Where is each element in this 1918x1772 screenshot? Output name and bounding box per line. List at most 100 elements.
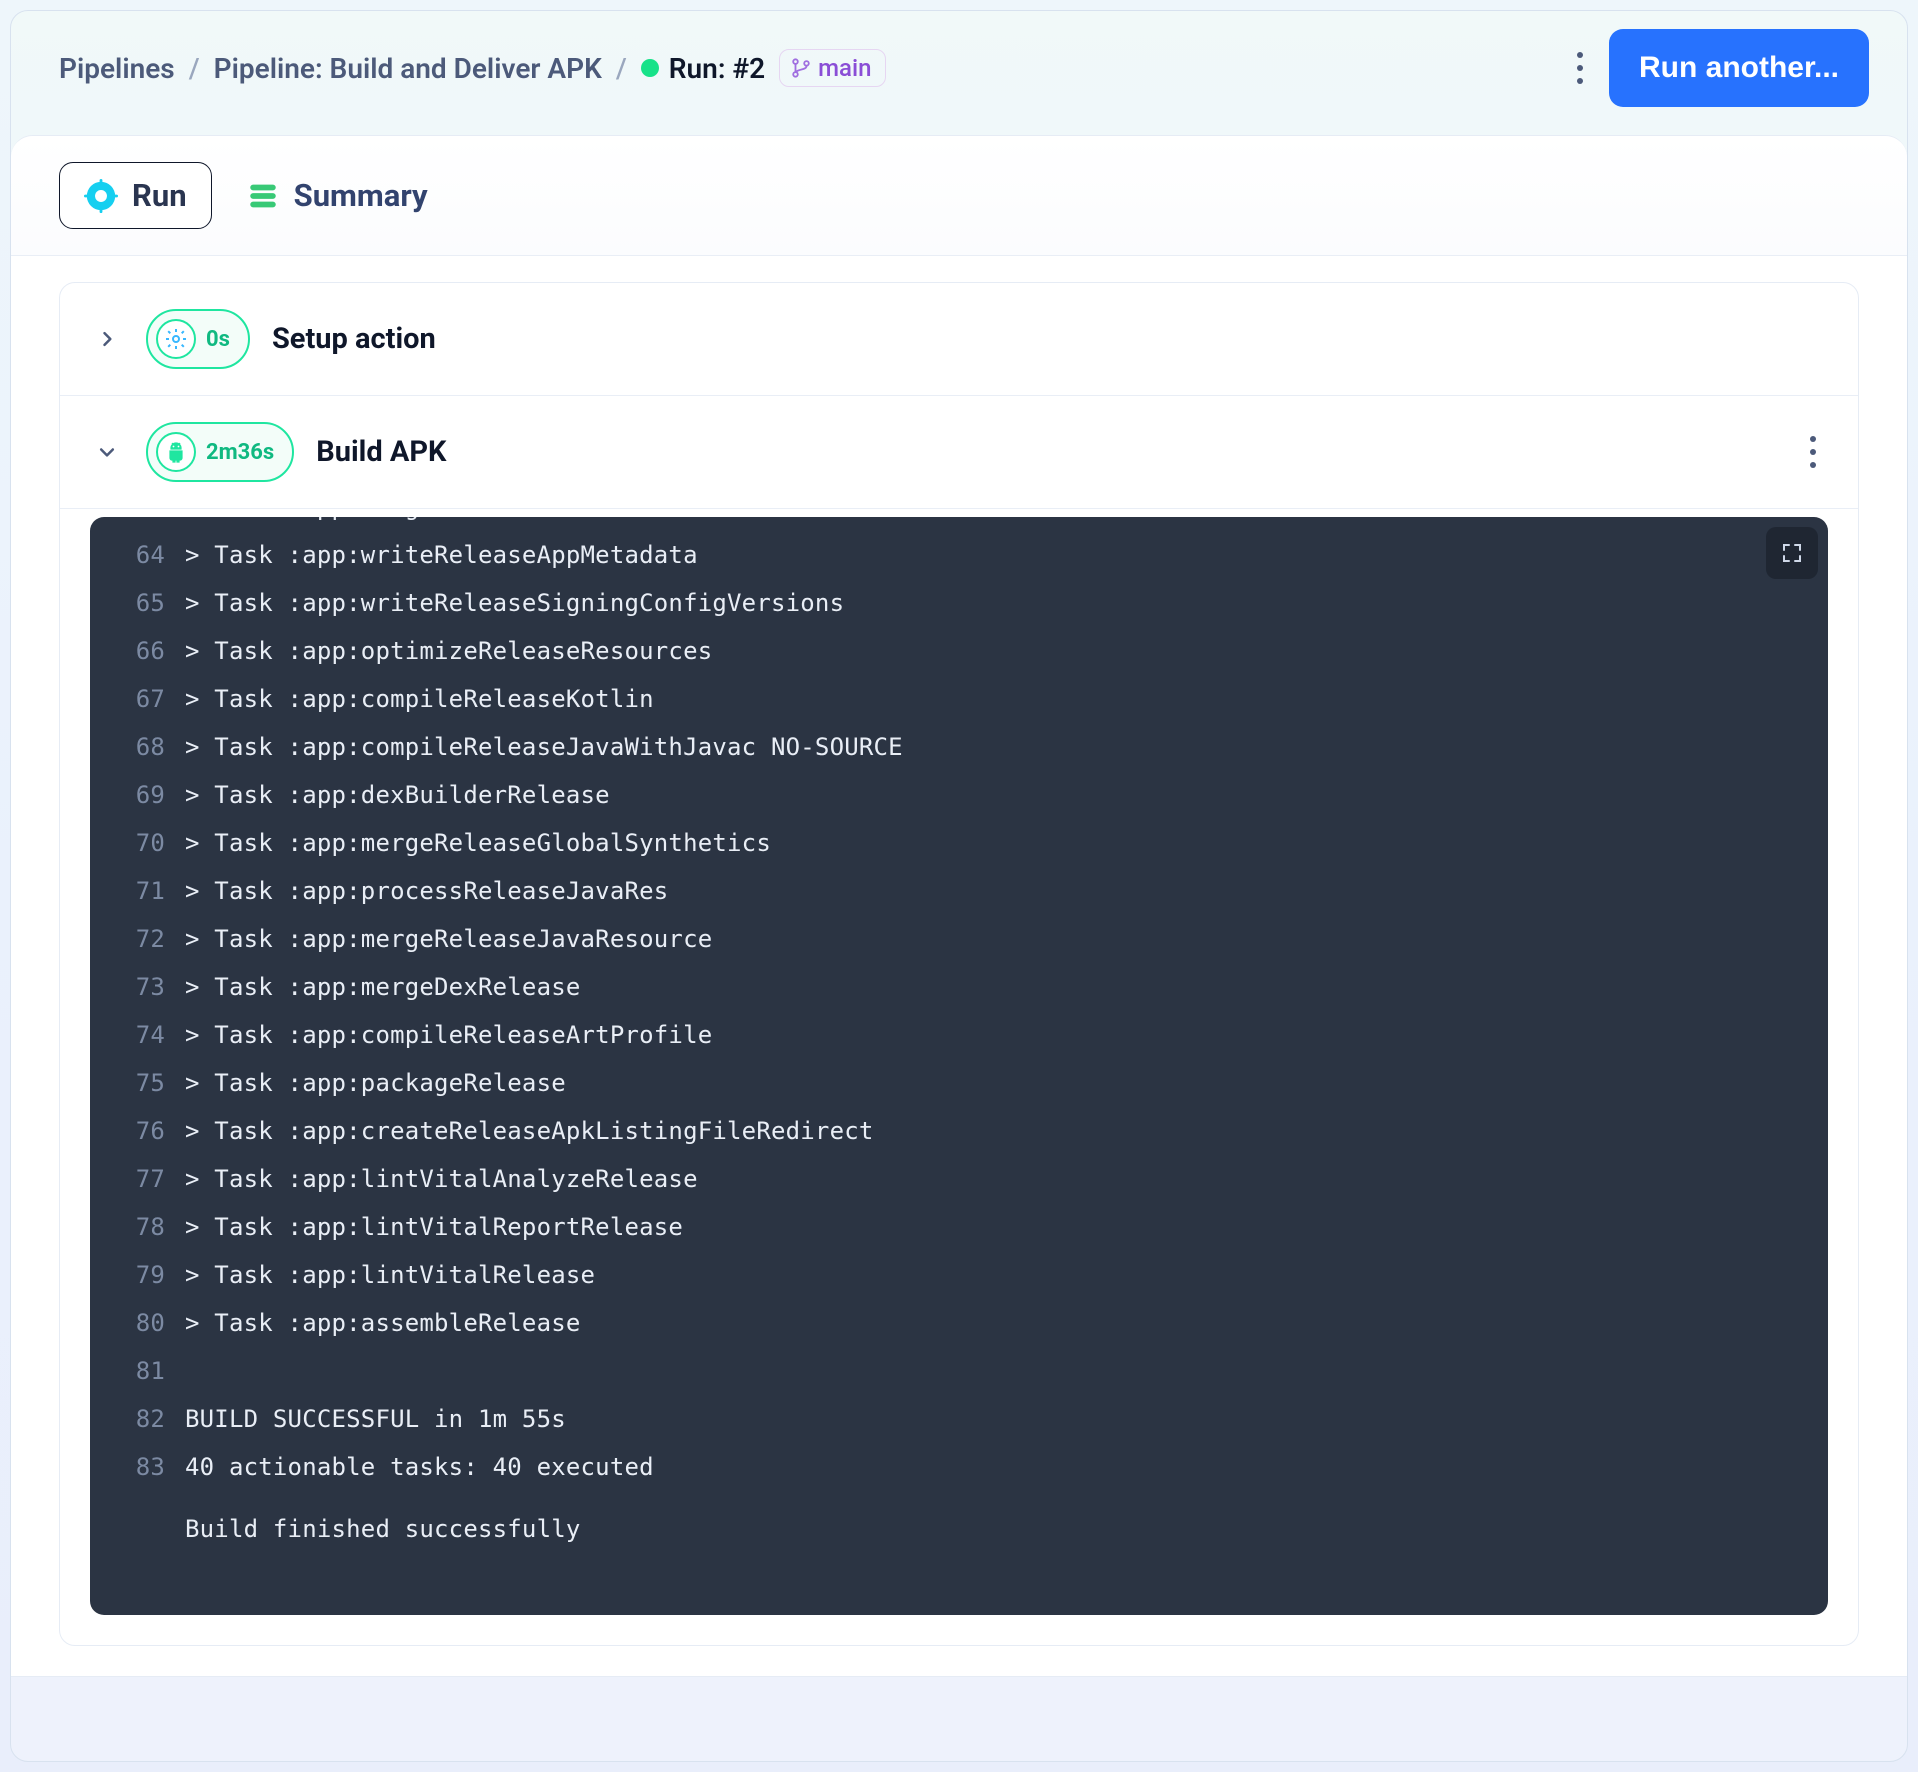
branch-chip[interactable]: main: [779, 49, 886, 87]
log-line-number: 64: [90, 531, 185, 579]
log-line-number: 80: [90, 1299, 185, 1347]
page-frame: Pipelines / Pipeline: Build and Deliver …: [10, 10, 1908, 1762]
expand-toggle[interactable]: [90, 322, 124, 356]
log-line: 69> Task :app:dexBuilderRelease: [90, 771, 1796, 819]
log-line-number: 76: [90, 1107, 185, 1155]
step-header-build[interactable]: 2m36s Build APK: [60, 396, 1858, 509]
log-scroll-area[interactable]: 63> Task :app:mergeExtDexRelease64> Task…: [90, 517, 1828, 1615]
log-line-text: > Task :app:lintVitalReportRelease: [185, 1203, 683, 1251]
log-line-number: 70: [90, 819, 185, 867]
log-line-number: 65: [90, 579, 185, 627]
step-menu-button[interactable]: [1798, 425, 1828, 479]
log-line-number: 83: [90, 1443, 185, 1491]
steps-panel: 0s Setup action 2m36s Build APK: [11, 256, 1907, 1676]
log-line: 80> Task :app:assembleRelease: [90, 1299, 1796, 1347]
log-line: 64> Task :app:writeReleaseAppMetadata: [90, 531, 1796, 579]
log-line-text: > Task :app:lintVitalAnalyzeRelease: [185, 1155, 698, 1203]
step-duration-chip: 2m36s: [146, 422, 294, 482]
step-duration-chip: 0s: [146, 309, 250, 369]
log-line-text: > Task :app:mergeExtDexRelease: [185, 517, 624, 531]
log-line-text: > Task :app:mergeReleaseJavaResource: [185, 915, 712, 963]
step-header-setup[interactable]: 0s Setup action: [60, 283, 1858, 396]
log-line-number: 72: [90, 915, 185, 963]
log-line-text: > Task :app:mergeReleaseGlobalSynthetics: [185, 819, 771, 867]
log-line: 82BUILD SUCCESSFUL in 1m 55s: [90, 1395, 1796, 1443]
log-line-text: BUILD SUCCESSFUL in 1m 55s: [185, 1395, 566, 1443]
log-line-text: > Task :app:optimizeReleaseResources: [185, 627, 712, 675]
log-line-number: 82: [90, 1395, 185, 1443]
chevron-right-icon: [97, 329, 117, 349]
log-line-text: > Task :app:assembleRelease: [185, 1299, 581, 1347]
breadcrumb-separator: /: [616, 52, 627, 85]
log-line-text: > Task :app:dexBuilderRelease: [185, 771, 610, 819]
git-branch-icon: [790, 57, 812, 79]
log-line: 70> Task :app:mergeReleaseGlobalSyntheti…: [90, 819, 1796, 867]
log-line-number: 66: [90, 627, 185, 675]
tab-run[interactable]: Run: [59, 162, 212, 229]
tab-summary-label: Summary: [294, 177, 428, 214]
build-log: 63> Task :app:mergeExtDexRelease64> Task…: [90, 517, 1828, 1615]
run-another-button[interactable]: Run another...: [1609, 29, 1869, 107]
log-line: 68> Task :app:compileReleaseJavaWithJava…: [90, 723, 1796, 771]
step-duration: 2m36s: [206, 440, 274, 465]
log-line: 63> Task :app:mergeExtDexRelease: [90, 517, 1796, 531]
log-footer-text: Build finished successfully: [185, 1505, 581, 1553]
steps-box: 0s Setup action 2m36s Build APK: [59, 282, 1859, 1646]
collapse-toggle[interactable]: [90, 435, 124, 469]
log-line: 77> Task :app:lintVitalAnalyzeRelease: [90, 1155, 1796, 1203]
header-menu-button[interactable]: [1565, 41, 1595, 95]
log-line: 72> Task :app:mergeReleaseJavaResource: [90, 915, 1796, 963]
summary-icon: [246, 179, 280, 213]
android-icon: [156, 432, 196, 472]
log-line-text: > Task :app:mergeDexRelease: [185, 963, 581, 1011]
log-line-text: > Task :app:processReleaseJavaRes: [185, 867, 668, 915]
breadcrumb-pipelines[interactable]: Pipelines: [59, 52, 175, 85]
log-line-number: 63: [90, 517, 185, 531]
log-line-text: > Task :app:packageRelease: [185, 1059, 566, 1107]
log-line-number: 77: [90, 1155, 185, 1203]
kebab-icon: [1575, 51, 1585, 85]
tab-run-label: Run: [132, 177, 187, 214]
log-line: 74> Task :app:compileReleaseArtProfile: [90, 1011, 1796, 1059]
log-line: 81: [90, 1347, 1796, 1395]
log-line-number: 67: [90, 675, 185, 723]
log-line: 71> Task :app:processReleaseJavaRes: [90, 867, 1796, 915]
log-line: 73> Task :app:mergeDexRelease: [90, 963, 1796, 1011]
log-line-number: 73: [90, 963, 185, 1011]
log-line: 78> Task :app:lintVitalReportRelease: [90, 1203, 1796, 1251]
log-line: 66> Task :app:optimizeReleaseResources: [90, 627, 1796, 675]
log-line: 75> Task :app:packageRelease: [90, 1059, 1796, 1107]
log-line-number: 75: [90, 1059, 185, 1107]
log-line: 79> Task :app:lintVitalRelease: [90, 1251, 1796, 1299]
tab-summary[interactable]: Summary: [246, 177, 428, 214]
content-card: Run Summary: [11, 135, 1907, 1677]
status-success-icon: [641, 59, 659, 77]
log-line-text: 40 actionable tasks: 40 executed: [185, 1443, 654, 1491]
log-line-text: > Task :app:compileReleaseJavaWithJavac …: [185, 723, 903, 771]
breadcrumb: Pipelines / Pipeline: Build and Deliver …: [59, 49, 1551, 87]
log-line: 76> Task :app:createReleaseApkListingFil…: [90, 1107, 1796, 1155]
log-line-text: > Task :app:lintVitalRelease: [185, 1251, 595, 1299]
chevron-down-icon: [97, 442, 117, 462]
step-title: Setup action: [272, 322, 1828, 356]
log-line-number: 78: [90, 1203, 185, 1251]
log-line-number: 68: [90, 723, 185, 771]
step-title: Build APK: [316, 435, 1776, 469]
log-line: 67> Task :app:compileReleaseKotlin: [90, 675, 1796, 723]
log-line-text: > Task :app:writeReleaseAppMetadata: [185, 531, 698, 579]
log-line-text: > Task :app:createReleaseApkListingFileR…: [185, 1107, 874, 1155]
log-line-text: > Task :app:writeReleaseSigningConfigVer…: [185, 579, 844, 627]
log-line-number: 74: [90, 1011, 185, 1059]
tabs-bar: Run Summary: [11, 136, 1907, 256]
gear-run-icon: [84, 179, 118, 213]
log-line-text: > Task :app:compileReleaseArtProfile: [185, 1011, 712, 1059]
gear-icon: [156, 319, 196, 359]
breadcrumb-run-label: Run: #2: [669, 52, 765, 85]
breadcrumb-pipeline[interactable]: Pipeline: Build and Deliver APK: [214, 52, 602, 85]
page-header: Pipelines / Pipeline: Build and Deliver …: [11, 11, 1907, 125]
log-line-number: 81: [90, 1347, 185, 1395]
log-line: 65> Task :app:writeReleaseSigningConfigV…: [90, 579, 1796, 627]
kebab-icon: [1808, 435, 1818, 469]
log-line-text: > Task :app:compileReleaseKotlin: [185, 675, 654, 723]
branch-name: main: [818, 54, 871, 82]
